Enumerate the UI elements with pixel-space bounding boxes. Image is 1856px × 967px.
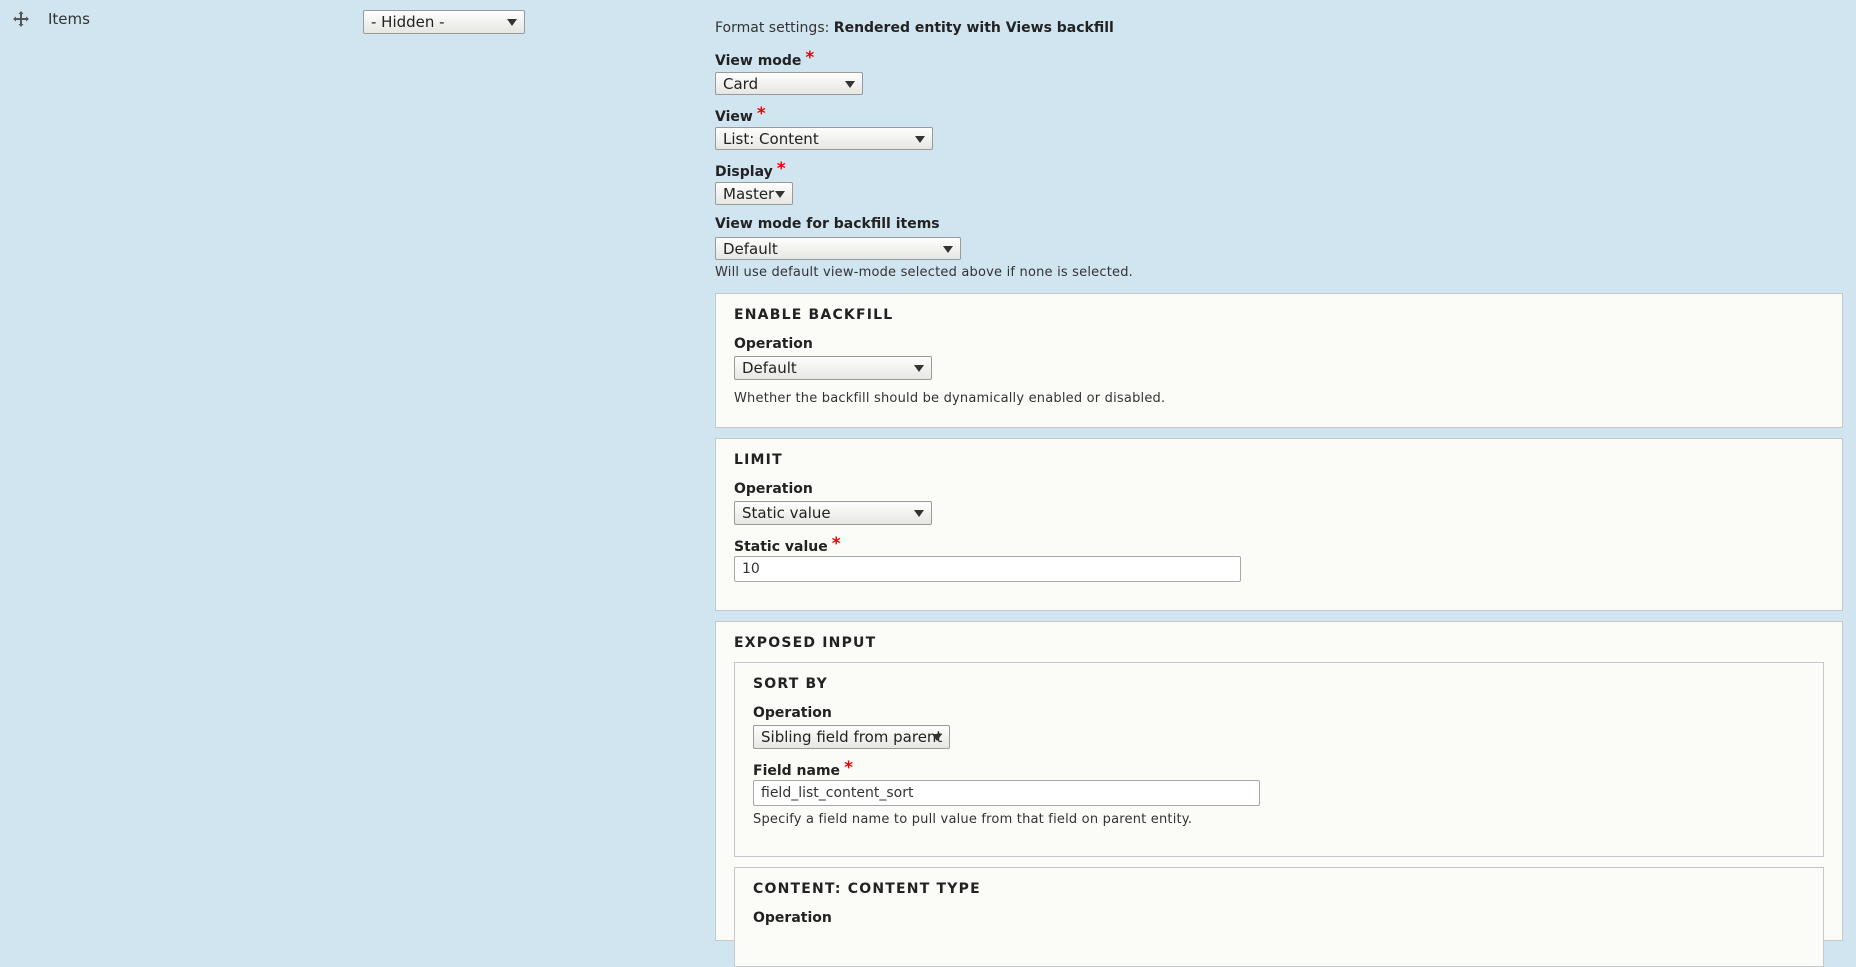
region-select-value: - Hidden - [371, 13, 445, 31]
limit-operation-label: Operation [734, 481, 813, 497]
content-type-legend: CONTENT: CONTENT TYPE [753, 881, 981, 897]
chevron-down-icon [915, 135, 925, 143]
required-marker: * [844, 758, 853, 778]
limit-operation-value: Static value [742, 504, 831, 522]
chevron-down-icon [775, 190, 785, 198]
display-label: Display * [715, 159, 786, 181]
backfill-view-mode-select[interactable]: Default [715, 237, 961, 260]
required-marker: * [831, 534, 841, 554]
move-icon[interactable] [12, 10, 30, 28]
view-mode-select-value: Card [723, 74, 759, 93]
backfill-view-mode-label: View mode for backfill items [715, 216, 940, 232]
sort-by-legend: SORT BY [753, 676, 829, 692]
limit-operation-select[interactable]: Static value [734, 501, 932, 525]
chevron-down-icon [507, 19, 517, 26]
required-marker: * [756, 104, 766, 124]
chevron-down-icon [914, 510, 924, 517]
view-label-text: View [715, 109, 753, 125]
sort-by-fieldset: SORT BY Operation Sibling field from par… [734, 662, 1824, 857]
items-row-header: Items [12, 10, 90, 28]
display-select[interactable]: Master [715, 182, 793, 205]
enable-backfill-description: Whether the backfill should be dynamical… [734, 391, 1166, 406]
sort-by-operation-label: Operation [753, 705, 832, 721]
enable-backfill-operation-value: Default [742, 359, 797, 377]
format-settings-prefix: Format settings: [715, 20, 830, 36]
static-value-input-value: 10 [742, 561, 760, 577]
enable-backfill-fieldset: ENABLE BACKFILL Operation Default Whethe… [715, 293, 1843, 428]
format-settings-summary: Format settings: Rendered entity with Vi… [715, 20, 1114, 36]
static-value-label: Static value * [734, 534, 841, 556]
enable-backfill-operation-label: Operation [734, 336, 813, 352]
sort-by-operation-select[interactable]: Sibling field from parent [753, 725, 950, 749]
format-settings-value: Rendered entity with Views backfill [833, 20, 1114, 36]
view-mode-select[interactable]: Card [715, 72, 863, 95]
chevron-down-icon [943, 245, 953, 253]
display-select-value: Master [723, 184, 775, 203]
enable-backfill-legend: ENABLE BACKFILL [734, 307, 894, 323]
static-value-label-text: Static value [734, 539, 828, 555]
view-mode-label-text: View mode [715, 53, 802, 69]
chevron-down-icon [914, 365, 924, 372]
content-type-fieldset: CONTENT: CONTENT TYPE Operation [734, 867, 1824, 967]
static-value-input[interactable]: 10 [734, 556, 1241, 582]
exposed-input-legend: EXPOSED INPUT [734, 635, 877, 651]
enable-backfill-operation-select[interactable]: Default [734, 356, 932, 380]
display-label-text: Display [715, 164, 773, 180]
content-type-operation-label: Operation [753, 910, 832, 926]
items-label: Items [48, 10, 90, 28]
chevron-down-icon [932, 734, 942, 741]
field-name-label-text: Field name [753, 763, 841, 779]
limit-fieldset: LIMIT Operation Static value Static valu… [715, 438, 1843, 611]
exposed-input-fieldset: EXPOSED INPUT SORT BY Operation Sibling … [715, 621, 1843, 967]
field-name-label: Field name * [753, 758, 853, 780]
region-select[interactable]: - Hidden - [363, 10, 525, 34]
view-select[interactable]: List: Content [715, 127, 933, 150]
limit-legend: LIMIT [734, 452, 783, 468]
view-label: View * [715, 104, 766, 126]
field-name-description: Specify a field name to pull value from … [753, 812, 1193, 827]
sort-by-operation-value: Sibling field from parent [761, 728, 943, 746]
field-name-input-value: field_list_content_sort [761, 785, 914, 801]
backfill-view-mode-select-value: Default [723, 239, 778, 258]
required-marker: * [805, 48, 815, 68]
backfill-view-mode-description: Will use default view-mode selected abov… [715, 265, 1133, 280]
field-name-input[interactable]: field_list_content_sort [753, 780, 1260, 806]
view-mode-label: View mode * [715, 48, 815, 70]
view-select-value: List: Content [723, 129, 819, 148]
chevron-down-icon [845, 80, 855, 88]
required-marker: * [776, 159, 786, 179]
